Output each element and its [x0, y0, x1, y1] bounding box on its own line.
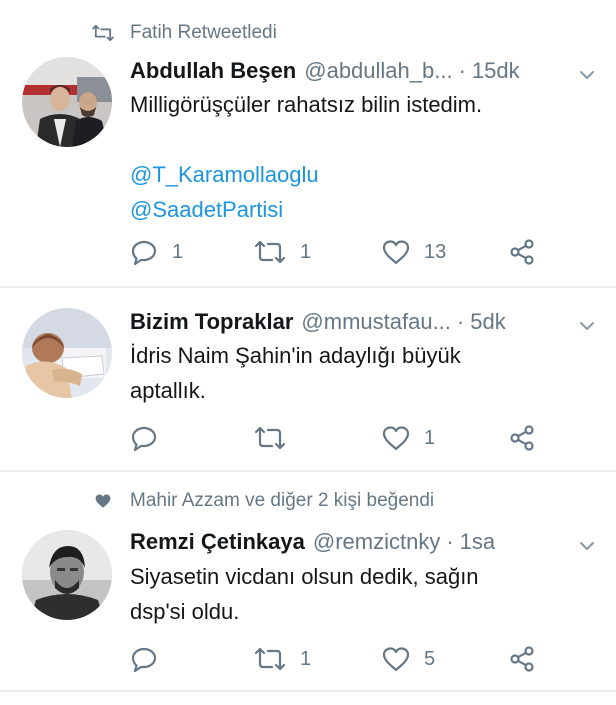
reply-button[interactable]: 1	[130, 237, 183, 267]
reply-icon	[131, 240, 157, 266]
like-button[interactable]: 5	[382, 644, 435, 674]
retweet-context-text: Fatih Retweetledi	[130, 22, 277, 43]
retweet-button[interactable]: 1	[254, 237, 311, 267]
author-handle[interactable]: @remzictnky	[313, 529, 440, 555]
like-count: 13	[424, 240, 447, 263]
tweet-text-line: dsp'si oldu.	[130, 599, 240, 624]
tweet-text-line: Milligörüşçüler rahatsız bilin istedim.	[130, 92, 483, 117]
like-context: Mahir Azzam ve diğer 2 kişi beğendi	[95, 490, 435, 512]
share-icon	[510, 425, 534, 451]
timestamp[interactable]: 15dk	[472, 58, 520, 84]
timestamp[interactable]: 5dk	[470, 309, 505, 335]
share-icon	[510, 646, 534, 672]
tweet-text-line: İdris Naim Şahin'in adaylığı büyük	[130, 343, 461, 368]
mention-link[interactable]: @T_Karamollaoglu	[130, 157, 576, 192]
tweet-actions: 1 5	[130, 644, 550, 674]
reply-count: 1	[172, 240, 184, 263]
share-button[interactable]	[508, 237, 536, 267]
heart-icon	[92, 490, 114, 512]
share-button[interactable]	[508, 644, 536, 674]
tweet-actions: 1 1 13	[130, 237, 550, 267]
tweet-text: Milligörüşçüler rahatsız bilin istedim. …	[130, 87, 576, 227]
author-name[interactable]: Remzi Çetinkaya	[130, 529, 305, 555]
tweet-1[interactable]: Fatih Retweetledi Abdullah Beşen @abdull…	[0, 0, 616, 288]
avatar[interactable]	[22, 530, 112, 620]
tweet-header: Abdullah Beşen @abdullah_b... · 15dk	[130, 56, 616, 86]
mention-link[interactable]: @SaadetPartisi	[130, 192, 576, 227]
tweet-actions: 1	[130, 423, 550, 453]
like-count: 1	[424, 426, 436, 449]
separator-dot: ·	[456, 309, 465, 334]
retweet-icon	[92, 22, 114, 44]
reply-icon	[131, 647, 157, 673]
retweet-count: 1	[300, 647, 312, 670]
tweet-text: İdris Naim Şahin'in adaylığı büyük aptal…	[130, 338, 576, 408]
tweet-header: Bizim Topraklar @mmustafau... · 5dk	[130, 307, 616, 337]
tweet-3[interactable]: Mahir Azzam ve diğer 2 kişi beğendi Remz…	[0, 472, 616, 692]
chevron-down-icon[interactable]	[578, 313, 596, 330]
like-button[interactable]: 1	[382, 423, 435, 453]
retweet-context: Fatih Retweetledi	[92, 22, 277, 44]
reply-button[interactable]	[130, 423, 172, 453]
tweet-text-line: aptallık.	[130, 378, 206, 403]
heart-icon	[382, 647, 410, 672]
reply-icon	[131, 426, 157, 452]
author-handle[interactable]: @mmustafau...	[301, 309, 451, 335]
avatar[interactable]	[22, 57, 112, 147]
tweet-text: Siyasetin vicdanı olsun dedik, sağın dsp…	[130, 559, 576, 629]
author-name[interactable]: Abdullah Beşen	[130, 58, 296, 84]
heart-icon	[382, 240, 410, 265]
like-button[interactable]: 13	[382, 237, 446, 267]
separator-dot: ·	[458, 58, 466, 83]
like-context-text: Mahir Azzam ve diğer 2 kişi beğendi	[130, 490, 435, 511]
like-count: 5	[424, 647, 436, 670]
share-button[interactable]	[508, 423, 536, 453]
retweet-icon	[254, 240, 286, 264]
retweet-icon	[254, 647, 286, 671]
tweet-header: Remzi Çetinkaya @remzictnky · 1sa	[130, 527, 616, 557]
separator-dot: ·	[446, 529, 454, 554]
chevron-down-icon[interactable]	[578, 62, 596, 79]
retweet-count: 1	[300, 240, 312, 263]
author-name[interactable]: Bizim Topraklar	[130, 309, 293, 335]
tweet-2[interactable]: Bizim Topraklar @mmustafau... · 5dk İdri…	[0, 288, 616, 472]
share-icon	[510, 239, 534, 265]
tweet-text-line: Siyasetin vicdanı olsun dedik, sağın	[130, 564, 479, 589]
chevron-down-icon[interactable]	[578, 533, 596, 550]
heart-icon	[382, 426, 410, 451]
retweet-button[interactable]: 1	[254, 644, 311, 674]
avatar[interactable]	[22, 308, 112, 398]
reply-button[interactable]	[130, 644, 172, 674]
retweet-button[interactable]	[254, 423, 300, 453]
timestamp[interactable]: 1sa	[460, 529, 495, 555]
author-handle[interactable]: @abdullah_b...	[304, 58, 452, 84]
retweet-icon	[254, 426, 286, 450]
